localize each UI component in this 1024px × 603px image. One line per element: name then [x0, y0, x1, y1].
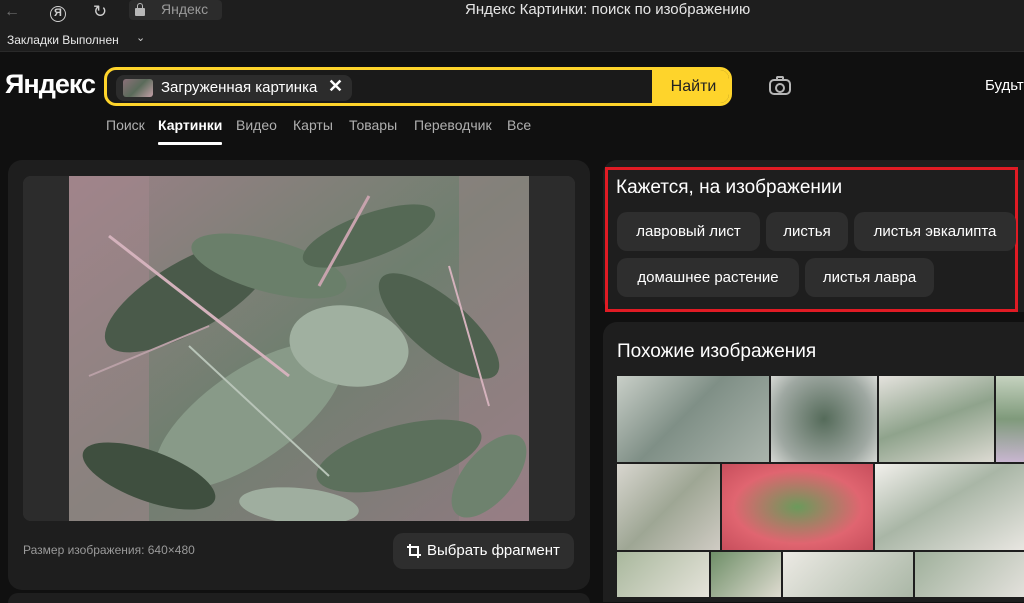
- image-size-info: Размер изображения: 640×480: [23, 543, 195, 557]
- uploaded-image-label: Загруженная картинка: [161, 79, 318, 96]
- similar-image[interactable]: [996, 376, 1024, 462]
- similar-image[interactable]: [617, 464, 720, 550]
- similar-image[interactable]: [875, 464, 1024, 550]
- uploaded-image-chip[interactable]: Загруженная картинка ✕: [116, 75, 352, 101]
- tab-maps[interactable]: Карты: [293, 117, 333, 133]
- tag-chip[interactable]: листья: [766, 212, 848, 251]
- uploaded-image[interactable]: [23, 176, 575, 521]
- tab-search[interactable]: Поиск: [106, 117, 145, 133]
- uploaded-thumbnail: [123, 79, 153, 97]
- similar-image[interactable]: [617, 376, 769, 462]
- header-right-text[interactable]: Будьте: [985, 77, 1024, 94]
- address-bar[interactable]: Яндекс: [129, 0, 222, 20]
- recognized-title: Кажется, на изображении: [616, 177, 843, 198]
- similar-images-title: Похожие изображения: [617, 341, 817, 362]
- tab-goods[interactable]: Товары: [349, 117, 397, 133]
- tag-chip[interactable]: листья эвкалипта: [854, 212, 1016, 251]
- bookmarks-bar: Закладки Выполнен ⌄: [0, 26, 1024, 52]
- leaves-photo: [69, 176, 529, 521]
- back-arrow-icon[interactable]: ←: [0, 1, 24, 23]
- tab-images[interactable]: Картинки: [158, 117, 222, 133]
- tab-video[interactable]: Видео: [236, 117, 277, 133]
- yandex-logo[interactable]: Яндекс: [5, 69, 96, 100]
- bookmarks-folder[interactable]: Закладки Выполнен: [7, 33, 119, 47]
- find-button[interactable]: Найти: [652, 70, 729, 103]
- similar-image[interactable]: [617, 552, 709, 597]
- close-icon[interactable]: ✕: [328, 76, 343, 97]
- similar-image[interactable]: [783, 552, 913, 597]
- select-fragment-button[interactable]: Выбрать фрагмент: [393, 533, 574, 569]
- uploaded-image-panel: Размер изображения: 640×480 Выбрать фраг…: [8, 160, 590, 590]
- tab-translate[interactable]: Переводчик: [414, 117, 492, 133]
- similar-image[interactable]: [915, 552, 1024, 597]
- search-bar[interactable]: Загруженная картинка ✕ Найти: [104, 67, 732, 106]
- active-tab-indicator: [158, 142, 222, 145]
- address-text: Яндекс: [161, 1, 209, 17]
- tag-chip[interactable]: листья лавра: [805, 258, 934, 297]
- tab-all[interactable]: Все: [507, 117, 531, 133]
- chevron-down-icon[interactable]: ⌄: [136, 31, 145, 44]
- tag-chip[interactable]: домашнее растение: [617, 258, 799, 297]
- tag-chip[interactable]: лавровый лист: [617, 212, 760, 251]
- select-fragment-label: Выбрать фрагмент: [427, 542, 560, 559]
- similar-image[interactable]: [722, 464, 873, 550]
- panel-below: [8, 593, 590, 603]
- similar-image[interactable]: [879, 376, 994, 462]
- browser-title-bar: ← Я ↻ Яндекс Яндекс Картинки: поиск по и…: [0, 0, 1024, 26]
- lock-icon: [135, 3, 145, 16]
- reload-icon[interactable]: ↻: [88, 1, 112, 23]
- window-title: Яндекс Картинки: поиск по изображению: [465, 1, 751, 18]
- similar-image[interactable]: [711, 552, 781, 597]
- crop-icon: [407, 544, 421, 558]
- yandex-browser-icon[interactable]: Я: [46, 1, 70, 23]
- similar-image[interactable]: [771, 376, 877, 462]
- camera-icon[interactable]: [769, 75, 793, 97]
